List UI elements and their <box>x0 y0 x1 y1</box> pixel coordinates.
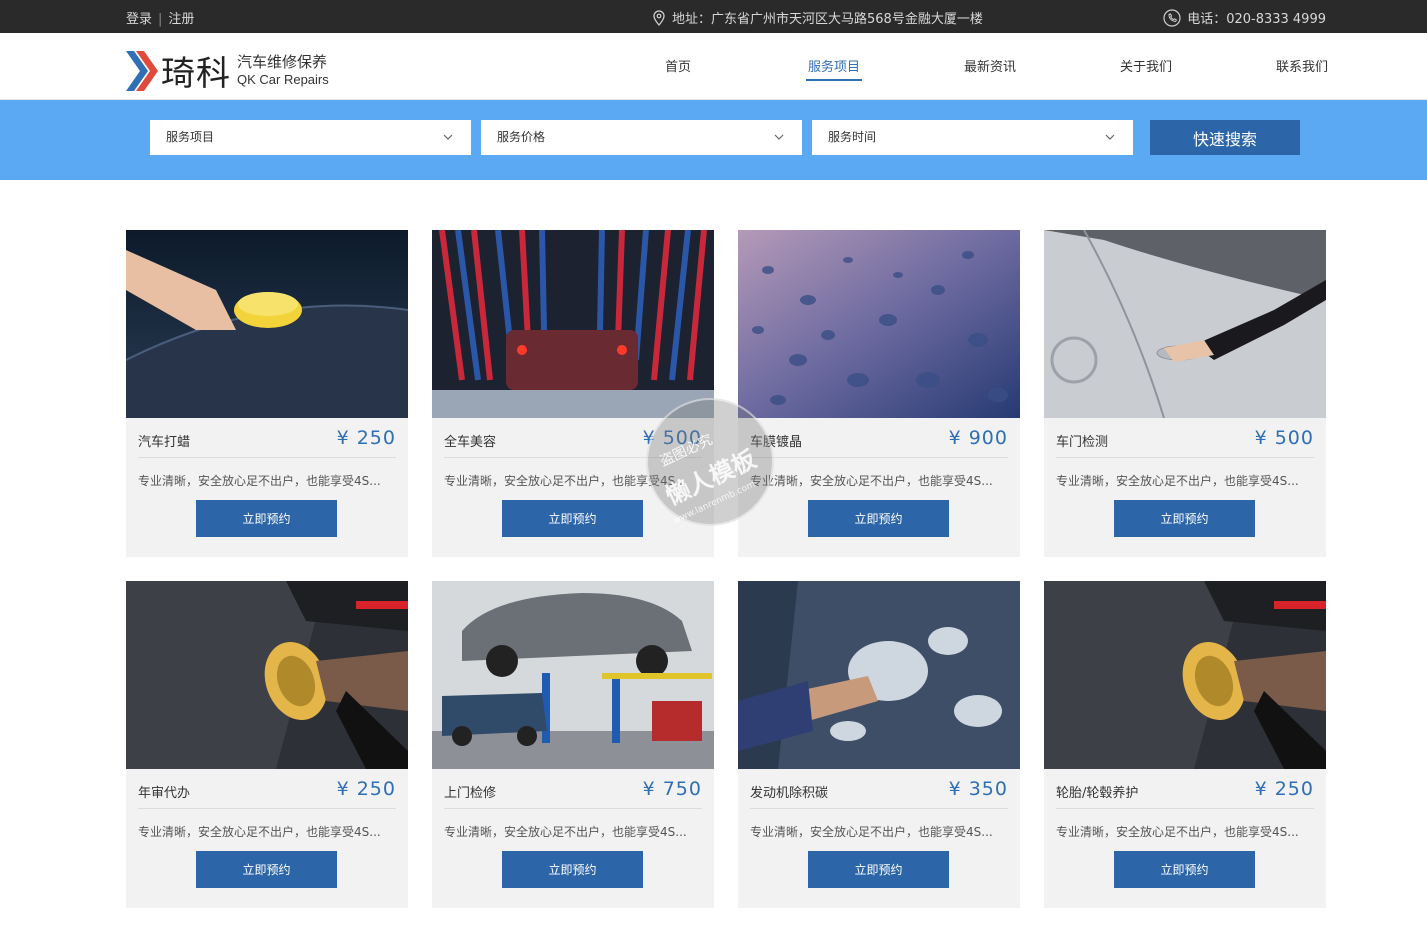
foam-wash-image[interactable] <box>738 581 1020 769</box>
book-now-button[interactable]: 立即预约 <box>502 851 643 888</box>
service-price: ¥ 900 <box>948 427 1008 449</box>
service-desc: 专业清晰，安全放心足不出户，也能享受4S... <box>1056 825 1299 839</box>
quick-search-button[interactable]: 快速搜索 <box>1150 120 1300 155</box>
auth-links: 登录 | 注册 <box>126 8 194 27</box>
car-wash-image[interactable] <box>432 230 714 418</box>
auth-separator: | <box>158 12 163 27</box>
service-price: ¥ 250 <box>336 427 396 449</box>
service-title: 汽车打蜡 <box>138 435 191 450</box>
book-now-button[interactable]: 立即预约 <box>196 851 337 888</box>
book-now-button[interactable]: 立即预约 <box>1114 500 1255 537</box>
service-select[interactable]: 服务项目 <box>150 120 471 155</box>
card-header: 汽车打蜡 ¥ 250 <box>138 418 396 458</box>
book-now-button[interactable]: 立即预约 <box>808 500 949 537</box>
logo-name: 琦科 <box>161 54 231 94</box>
service-desc: 专业清晰，安全放心足不出户，也能享受4S... <box>750 474 993 488</box>
time-select[interactable]: 服务时间 <box>812 120 1133 155</box>
header: 琦科 汽车维修保养 QK Car Repairs 首页 服务项目 最新资讯 关于… <box>0 33 1427 100</box>
service-select-value: 服务项目 <box>166 130 215 144</box>
main-nav: 首页 服务项目 最新资讯 关于我们 联系我们 <box>600 56 1380 81</box>
logo-subtitle: 汽车维修保养 QK Car Repairs <box>237 53 329 89</box>
logo-subtitle-en: QK Car Repairs <box>237 71 329 87</box>
service-desc: 专业清晰，安全放心足不出户，也能享受4S... <box>1056 474 1299 488</box>
logo-subtitle-cn: 汽车维修保养 <box>237 52 328 71</box>
nav-news[interactable]: 最新资讯 <box>912 56 1068 81</box>
nav-services[interactable]: 服务项目 <box>756 56 912 81</box>
card-header: 年审代办 ¥ 250 <box>138 769 396 809</box>
service-price: ¥ 750 <box>642 778 702 800</box>
price-select[interactable]: 服务价格 <box>481 120 802 155</box>
book-now-button[interactable]: 立即预约 <box>502 500 643 537</box>
phone-icon <box>1163 8 1181 27</box>
garage-lift-image[interactable] <box>432 581 714 769</box>
register-link[interactable]: 注册 <box>168 12 194 27</box>
nav-about[interactable]: 关于我们 <box>1068 56 1224 81</box>
car-waxing-image[interactable] <box>126 230 408 418</box>
logo[interactable]: 琦科 汽车维修保养 QK Car Repairs <box>126 46 329 95</box>
service-desc: 专业清晰，安全放心足不出户，也能享受4S... <box>444 825 687 839</box>
nav-home[interactable]: 首页 <box>600 56 756 81</box>
service-card: 上门检修 ¥ 750 专业清晰，安全放心足不出户，也能享受4S... 立即预约 <box>432 581 714 908</box>
car-door-image[interactable] <box>1044 230 1326 418</box>
service-title: 全车美容 <box>444 435 497 450</box>
time-select-value: 服务时间 <box>828 130 877 144</box>
service-price: ¥ 250 <box>336 778 396 800</box>
address-text: 地址：广东省广州市天河区大马路568号金融大厦一楼 <box>672 12 983 27</box>
service-title: 上门检修 <box>444 786 497 801</box>
address: 地址：广东省广州市天河区大马路568号金融大厦一楼 <box>652 8 983 27</box>
service-price: ¥ 500 <box>1254 427 1314 449</box>
book-now-button[interactable]: 立即预约 <box>1114 851 1255 888</box>
card-header: 车门检测 ¥ 500 <box>1056 418 1314 458</box>
service-card: 汽车打蜡 ¥ 250 专业清晰，安全放心足不出户，也能享受4S... 立即预约 <box>126 230 408 557</box>
watermark-stamp: 盗图必究 懒人模板 www.lanrenmb.com <box>646 398 774 526</box>
price-select-value: 服务价格 <box>497 130 546 144</box>
service-price: ¥ 350 <box>948 778 1008 800</box>
service-desc: 专业清晰，安全放心足不出户，也能享受4S... <box>138 474 381 488</box>
book-now-button[interactable]: 立即预约 <box>196 500 337 537</box>
service-title: 发动机除积碳 <box>750 786 829 801</box>
service-card: 车膜镀晶 ¥ 900 专业清晰，安全放心足不出户，也能享受4S... 立即预约 <box>738 230 1020 557</box>
nav-contact[interactable]: 联系我们 <box>1224 56 1380 81</box>
top-bar: 登录 | 注册 地址：广东省广州市天河区大马路568号金融大厦一楼 电话：020-8… <box>0 0 1427 33</box>
logo-arrow-icon <box>126 50 158 91</box>
service-card: 年审代办 ¥ 250 专业清晰，安全放心足不出户，也能享受4S... 立即预约 <box>126 581 408 908</box>
phone-text: 电话：020-8333 4999 <box>1187 12 1326 27</box>
service-desc: 专业清晰，安全放心足不出户，也能享受4S... <box>750 825 993 839</box>
card-header: 轮胎/轮毂养护 ¥ 250 <box>1056 769 1314 809</box>
phone: 电话：020-8333 4999 <box>1163 8 1326 27</box>
chevron-down-icon <box>443 134 453 140</box>
water-droplets-image[interactable] <box>738 230 1020 418</box>
book-now-button[interactable]: 立即预约 <box>808 851 949 888</box>
service-price: ¥ 250 <box>1254 778 1314 800</box>
login-link[interactable]: 登录 <box>126 12 152 27</box>
location-pin-icon <box>653 9 665 26</box>
car-polishing-image[interactable] <box>126 581 408 769</box>
service-card: 车门检测 ¥ 500 专业清晰，安全放心足不出户，也能享受4S... 立即预约 <box>1044 230 1326 557</box>
service-card: 发动机除积碳 ¥ 350 专业清晰，安全放心足不出户，也能享受4S... 立即预… <box>738 581 1020 908</box>
service-title: 轮胎/轮毂养护 <box>1056 786 1139 801</box>
card-header: 上门检修 ¥ 750 <box>444 769 702 809</box>
chevron-down-icon <box>1105 134 1115 140</box>
search-band: 服务项目 服务价格 服务时间 快速搜索 <box>0 100 1427 180</box>
tire-care-image[interactable] <box>1044 581 1326 769</box>
service-card: 轮胎/轮毂养护 ¥ 250 专业清晰，安全放心足不出户，也能享受4S... 立即… <box>1044 581 1326 908</box>
service-title: 车门检测 <box>1056 435 1109 450</box>
chevron-down-icon <box>774 134 784 140</box>
card-header: 车膜镀晶 ¥ 900 <box>750 418 1008 458</box>
service-desc: 专业清晰，安全放心足不出户，也能享受4S... <box>138 825 381 839</box>
service-title: 年审代办 <box>138 786 191 801</box>
card-header: 发动机除积碳 ¥ 350 <box>750 769 1008 809</box>
